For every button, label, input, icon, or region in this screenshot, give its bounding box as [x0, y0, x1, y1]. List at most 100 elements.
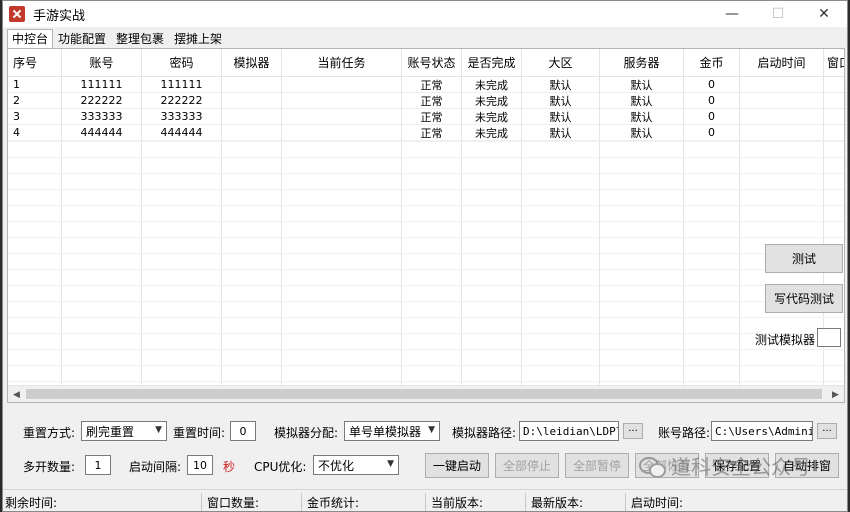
maximize-button[interactable]: ☐	[755, 1, 801, 27]
table-cell: 默认	[600, 125, 684, 140]
scroll-left-icon[interactable]: ◀	[8, 386, 25, 403]
table-cell: 默认	[600, 109, 684, 124]
table-cell: 0	[684, 77, 740, 92]
table-cell	[222, 93, 282, 108]
stop-all-button[interactable]: 全部停止	[495, 453, 559, 478]
start-interval-input[interactable]: 10	[187, 455, 213, 475]
code-test-button[interactable]: 写代码测试	[765, 284, 843, 313]
status-divider	[625, 493, 626, 511]
tab-console[interactable]: 中控台	[7, 29, 54, 49]
reset-time-input[interactable]: 0	[230, 421, 256, 441]
table-cell: 333333	[62, 109, 142, 124]
reset-mode-select[interactable]: 刷完重置 ▼	[81, 421, 167, 441]
status-remaining-time: 剩余时间:	[5, 496, 58, 510]
column-header[interactable]: 序号	[8, 49, 62, 76]
reset-mode-value: 刷完重置	[86, 424, 135, 439]
one-key-start-button[interactable]: 一键启动	[425, 453, 489, 478]
table-cell: 444444	[62, 125, 142, 140]
table-cell: 0	[684, 125, 740, 140]
column-header[interactable]: 密码	[142, 49, 222, 76]
table-cell: 4	[8, 125, 62, 140]
scroll-right-icon[interactable]: ▶	[827, 386, 844, 403]
table-cell	[222, 109, 282, 124]
table-cell	[824, 109, 844, 124]
account-path-input[interactable]: C:\Users\Adminis	[711, 421, 813, 441]
status-latest-version: 最新版本:	[531, 496, 584, 510]
tab-organize-bag[interactable]: 整理包裹	[111, 29, 169, 49]
multi-count-input[interactable]: 1	[85, 455, 111, 475]
cpu-opt-value: 不优化	[318, 458, 355, 473]
sim-path-browse-button[interactable]: ···	[623, 423, 643, 439]
account-path-browse-button[interactable]: ···	[817, 423, 837, 439]
column-header[interactable]: 当前任务	[282, 49, 402, 76]
watermark: 道科安全公众号	[639, 451, 811, 480]
column-header[interactable]: 是否完成	[462, 49, 522, 76]
test-simulator-label: 测试模拟器	[755, 333, 816, 347]
title-bar[interactable]: 手游实战 — ☐ ✕	[3, 1, 847, 27]
table-cell	[222, 77, 282, 92]
pause-all-button[interactable]: 全部暂停	[565, 453, 629, 478]
tab-stall-listing[interactable]: 摆摊上架	[169, 29, 227, 49]
tab-function-config[interactable]: 功能配置	[53, 29, 111, 49]
column-header[interactable]: 金币	[684, 49, 740, 76]
table-cell	[740, 93, 824, 108]
table-header: 序号 账号 密码 模拟器 当前任务 账号状态 是否完成 大区 服务器 金币 启动…	[8, 49, 844, 77]
column-header[interactable]: 账号状态	[402, 49, 462, 76]
table-row[interactable]: 1 111111 111111 正常 未完成 默认 默认 0	[8, 77, 844, 93]
start-interval-label: 启动间隔:	[129, 460, 182, 474]
table-cell: 1	[8, 77, 62, 92]
table-body: 1 111111 111111 正常 未完成 默认 默认 0 2 222222 222222 正常 未完…	[8, 77, 844, 141]
status-current-version: 当前版本:	[431, 496, 484, 510]
minimize-button[interactable]: —	[709, 1, 755, 27]
table-cell	[282, 109, 402, 124]
console-panel: 序号 账号 密码 模拟器 当前任务 账号状态 是否完成 大区 服务器 金币 启动…	[7, 48, 845, 403]
table-cell	[282, 77, 402, 92]
table-cell: 正常	[402, 125, 462, 140]
table-cell: 2	[8, 93, 62, 108]
app-window: 手游实战 — ☐ ✕ 中控台 功能配置 整理包裹 摆摊上架 序号 账号 密码 模…	[2, 0, 848, 512]
table-row[interactable]: 4 444444 444444 正常 未完成 默认 默认 0	[8, 125, 844, 141]
table-cell: 111111	[142, 77, 222, 92]
table-cell: 正常	[402, 77, 462, 92]
table-cell: 默认	[522, 77, 600, 92]
column-header[interactable]: 窗口	[824, 49, 844, 76]
test-button[interactable]: 测试	[765, 244, 843, 273]
table-cell: 未完成	[462, 109, 522, 124]
column-header[interactable]: 启动时间	[740, 49, 824, 76]
status-divider	[525, 493, 526, 511]
status-window-count: 窗口数量:	[207, 496, 260, 510]
window-title: 手游实战	[33, 8, 86, 24]
status-divider	[301, 493, 302, 511]
table-cell	[824, 125, 844, 140]
table-row[interactable]: 2 222222 222222 正常 未完成 默认 默认 0	[8, 93, 844, 109]
column-header[interactable]: 大区	[522, 49, 600, 76]
table-cell: 333333	[142, 109, 222, 124]
table-row[interactable]: 3 333333 333333 正常 未完成 默认 默认 0	[8, 109, 844, 125]
scrollbar-thumb[interactable]	[26, 389, 822, 399]
table-cell: 未完成	[462, 77, 522, 92]
column-header[interactable]: 服务器	[600, 49, 684, 76]
column-header[interactable]: 模拟器	[222, 49, 282, 76]
table-cell	[282, 125, 402, 140]
sim-alloc-select[interactable]: 单号单模拟器 ▼	[344, 421, 440, 441]
table-cell: 默认	[522, 125, 600, 140]
table-cell: 未完成	[462, 93, 522, 108]
watermark-text: 道科安全公众号	[671, 455, 811, 479]
reset-mode-label: 重置方式:	[23, 426, 76, 440]
sim-alloc-value: 单号单模拟器	[349, 424, 422, 439]
status-gold-stats: 金币统计:	[307, 496, 360, 510]
chevron-down-icon: ▼	[155, 425, 162, 435]
sim-path-input[interactable]: D:\leidian\LDPla	[519, 421, 619, 441]
reset-time-label: 重置时间:	[173, 426, 226, 440]
table-cell: 222222	[142, 93, 222, 108]
table-cell: 3	[8, 109, 62, 124]
close-button[interactable]: ✕	[801, 1, 847, 27]
horizontal-scrollbar[interactable]: ◀ ▶	[8, 385, 844, 402]
column-header[interactable]: 账号	[62, 49, 142, 76]
table-cell	[824, 77, 844, 92]
wechat-icon	[639, 455, 666, 478]
table-cell	[824, 93, 844, 108]
test-simulator-input[interactable]	[817, 328, 841, 347]
cpu-opt-select[interactable]: 不优化 ▼	[313, 455, 399, 475]
sim-alloc-label: 模拟器分配:	[274, 426, 339, 440]
